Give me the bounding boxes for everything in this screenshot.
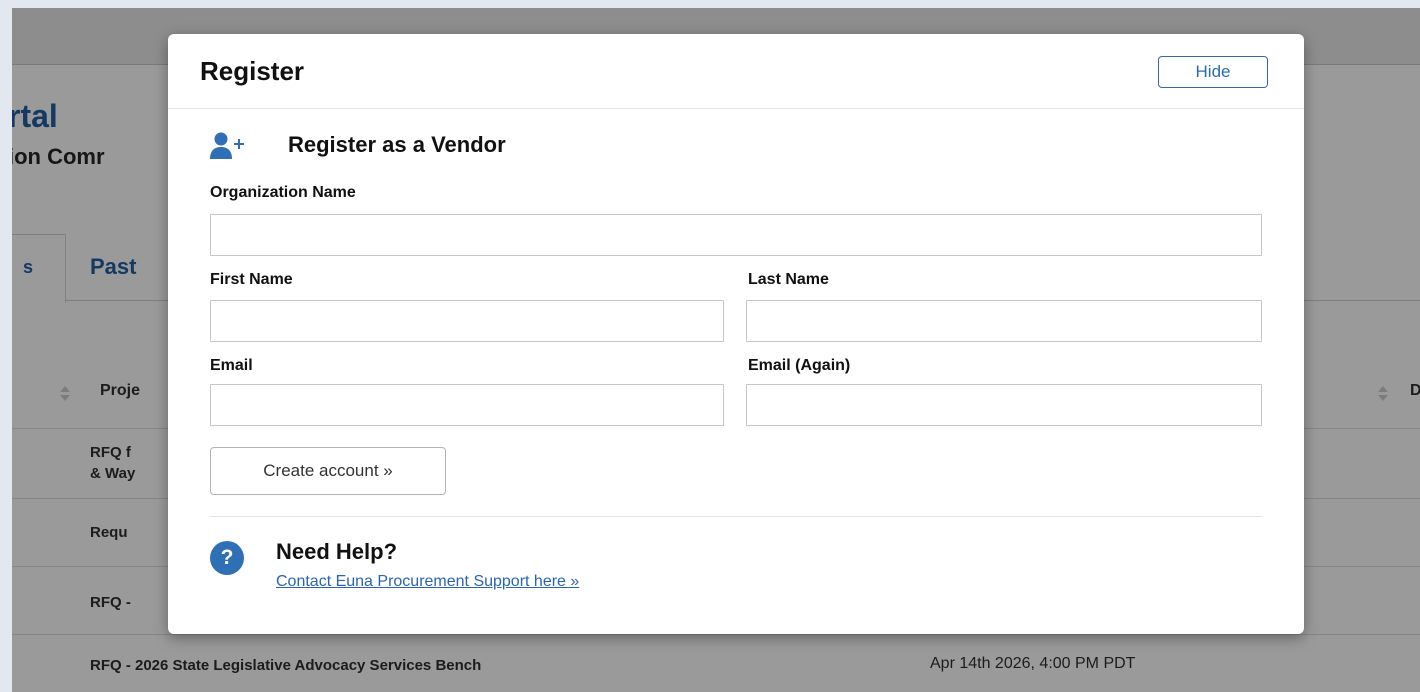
sort-icon[interactable] (60, 386, 70, 402)
email-again-input[interactable] (746, 384, 1262, 426)
portal-subtitle: ion Comr (12, 144, 105, 169)
section-title: Register as a Vendor (288, 132, 506, 157)
sort-icon[interactable] (1378, 386, 1388, 402)
row-project-line1: RFQ f (90, 444, 131, 461)
table-row[interactable]: RFQ - 2026 State Legislative Advocacy Se… (12, 634, 1420, 692)
row-project: Requ (90, 524, 128, 541)
modal-title: Register (200, 56, 305, 86)
register-modal: Register Hide Register as a Vendor Organ… (168, 34, 1304, 634)
row-project: RFQ - 2026 State Legislative Advocacy Se… (90, 657, 482, 674)
user-plus-icon (210, 132, 246, 160)
last-name-input[interactable] (746, 300, 1262, 342)
organization-name-label: Organization Name (210, 184, 356, 201)
tab-past[interactable]: Past (90, 254, 136, 280)
organization-name-input[interactable] (210, 214, 1262, 256)
tab-active[interactable]: s (12, 234, 66, 303)
first-name-input[interactable] (210, 300, 724, 342)
email-label: Email (210, 357, 253, 374)
column-header-due[interactable]: D (1410, 382, 1420, 400)
email-again-label: Email (Again) (748, 357, 851, 374)
row-project: RFQ - (90, 594, 131, 611)
portal-title: rtal (12, 98, 58, 134)
row-due-date: Apr 14th 2026, 4:00 PM PDT (930, 655, 1136, 672)
first-name-label: First Name (210, 271, 293, 288)
email-input[interactable] (210, 384, 724, 426)
question-circle-icon: ? (210, 541, 244, 575)
divider (210, 516, 1262, 517)
last-name-label: Last Name (748, 271, 829, 288)
create-account-button[interactable]: Create account » (210, 447, 446, 495)
tab-active-label: s (23, 257, 34, 277)
row-project: RFQ f & Way (90, 442, 135, 484)
hide-button[interactable]: Hide (1158, 56, 1268, 88)
help-title: Need Help? (276, 539, 398, 564)
column-header-project[interactable]: Proje (100, 382, 140, 400)
modal-header: Register Hide (168, 34, 1304, 109)
contact-support-link[interactable]: Contact Euna Procurement Support here » (276, 573, 579, 591)
row-project-line2: & Way (90, 465, 136, 482)
page-frame: rtal ion Comr s Past Proje D RFQ f & Way… (0, 0, 1420, 692)
